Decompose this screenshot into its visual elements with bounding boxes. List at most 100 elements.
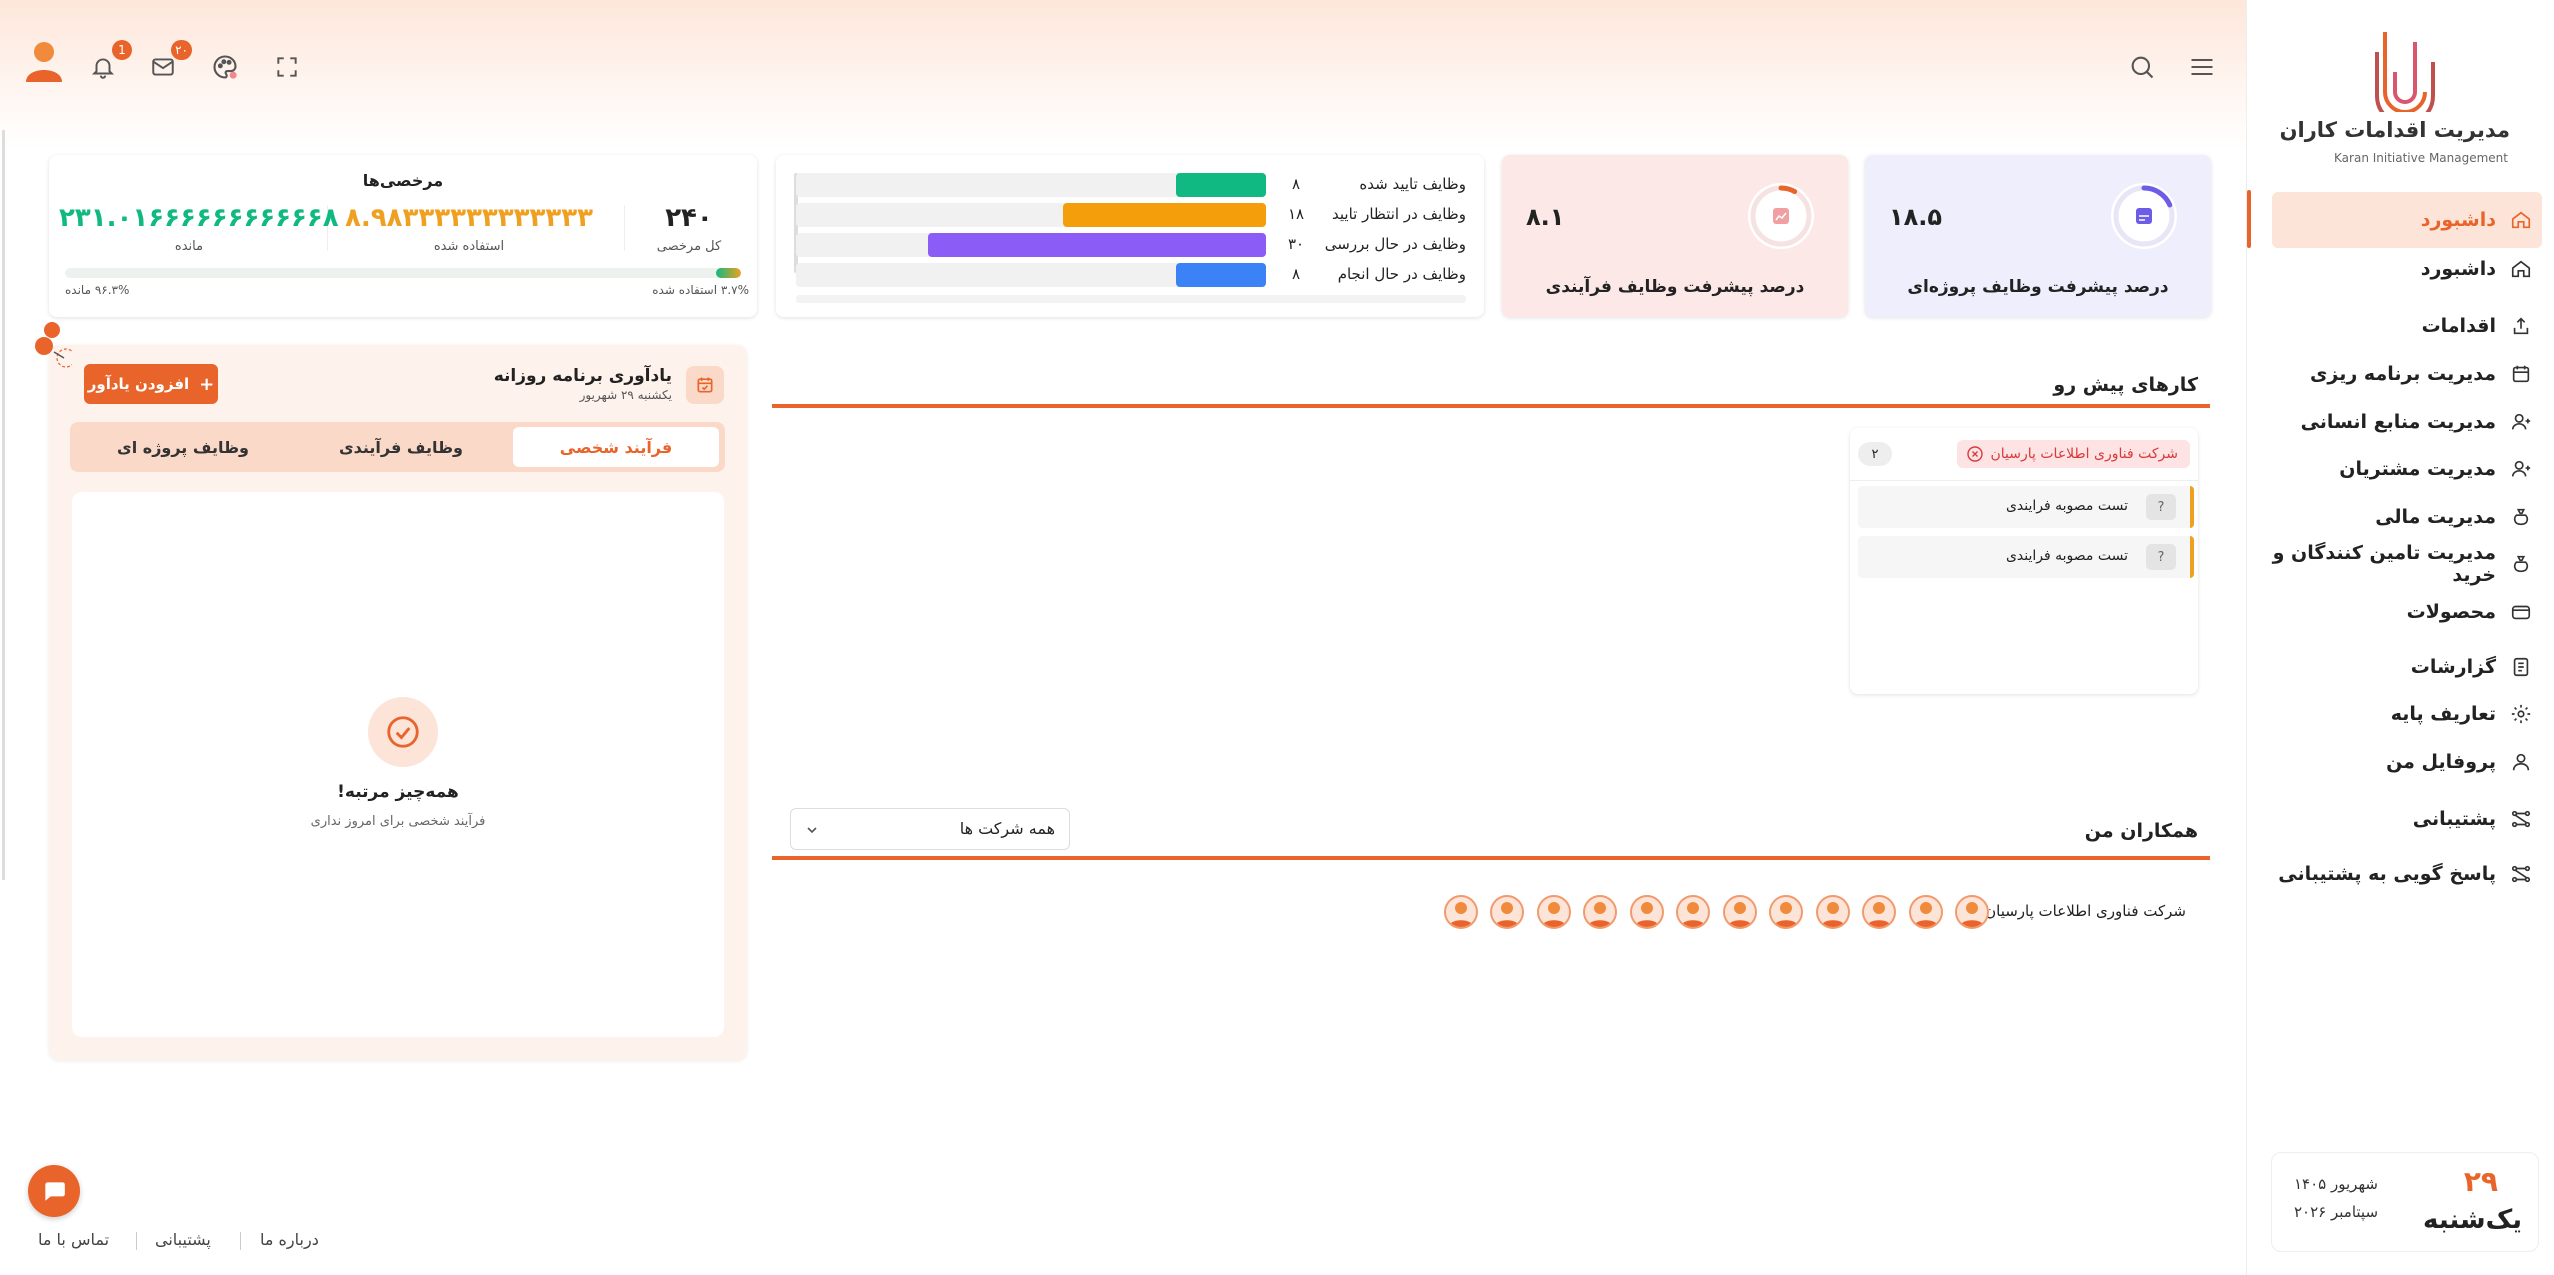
leave-total-label: کل مرخصی — [656, 239, 722, 254]
colleague-avatar[interactable] — [1769, 895, 1803, 929]
chevron-down-icon — [805, 822, 819, 841]
notification-count-badge: 1 — [112, 40, 132, 60]
upcoming-task-item[interactable]: ? تست مصوبه فرایندی — [1858, 536, 2194, 578]
page-scrollbar[interactable] — [2, 130, 8, 880]
support-icon — [2510, 863, 2532, 885]
company-chip[interactable]: شرکت فناوری اطلاعات پارسیان — [1956, 440, 2190, 468]
sidebar-item-8[interactable]: محصولات — [2272, 591, 2542, 633]
process-progress-value: ۸.۱ — [1526, 203, 1565, 231]
sidebar-item-1[interactable]: داشبورد — [2272, 248, 2542, 290]
footer-link-contact[interactable]: تماس با ما — [38, 1230, 109, 1249]
task-status-bar — [1062, 203, 1266, 227]
date-day-number: ۲۹ — [2463, 1165, 2498, 1198]
sidebar-item-12[interactable]: پشتیبانی — [2272, 798, 2542, 840]
sidebar-item-4[interactable]: مدیریت منابع انسانی — [2272, 401, 2542, 443]
colleague-avatar[interactable] — [1955, 895, 1989, 929]
task-status-track — [796, 173, 1266, 197]
company-filter-value: همه شرکت ها — [959, 819, 1055, 838]
leave-title: مرخصی‌ها — [362, 171, 444, 190]
menu-icon[interactable] — [2185, 50, 2219, 84]
upcoming-tasks-card: شرکت فناوری اطلاعات پارسیان ۲ ? تست مصوب… — [1850, 428, 2198, 694]
footer-link-support[interactable]: پشتیبانی — [155, 1230, 211, 1249]
user-icon — [2510, 458, 2532, 480]
process-progress-card: ۸.۱ درصد پیشرفت وظایف فرآیندی — [1502, 155, 1848, 317]
tab-project-tasks[interactable]: وظایف پروژه ای — [80, 427, 286, 467]
date-gregorian: سپتامبر ۲۰۲۶ — [2294, 1203, 2379, 1221]
sidebar-item-label: محصولات — [2406, 601, 2496, 623]
task-status-track — [796, 203, 1266, 227]
leave-remaining-value: ۲۳۱.۰۱۶۶۶۶۶۶۶۶۶۶۶۸ — [59, 203, 339, 233]
colleagues-company-label: شرکت فناوری اطلاعات پارسیان — [1985, 902, 2186, 920]
sidebar-item-11[interactable]: پروفایل من — [2272, 741, 2542, 783]
sidebar-item-13[interactable]: پاسخ گویی به پشتیبانی — [2272, 853, 2542, 895]
project-progress-ring — [2111, 183, 2177, 249]
project-progress-value: ۱۸.۵ — [1889, 203, 1943, 231]
colleague-avatar[interactable] — [1536, 895, 1571, 929]
add-reminder-button[interactable]: + افزودن یادآور — [84, 364, 218, 404]
sidebar-item-9[interactable]: گزارشات — [2272, 646, 2542, 688]
sidebar-item-label: مدیریت تامین کنندگان و خرید — [2272, 542, 2496, 586]
colleague-avatar[interactable] — [1862, 895, 1896, 929]
colleagues-title: همکاران من — [2084, 820, 2198, 842]
palette-icon[interactable] — [208, 50, 242, 84]
task-status-count: ۸ — [1291, 175, 1301, 193]
search-icon[interactable] — [2125, 50, 2159, 84]
colleague-avatar[interactable] — [1490, 895, 1524, 929]
user-avatar-icon[interactable] — [24, 40, 64, 84]
sidebar-item-label: داشبورد — [2420, 258, 2496, 280]
add-reminder-label: افزودن یادآور — [87, 375, 190, 393]
task-status-count: ۳۰ — [1287, 235, 1305, 253]
upload-icon — [2510, 315, 2532, 337]
task-status-bar — [1175, 263, 1266, 287]
remove-company-icon[interactable] — [1966, 446, 1983, 466]
process-progress-ring — [1748, 183, 1814, 249]
calendar-check-icon — [686, 366, 724, 404]
upcoming-task-item[interactable]: ? تست مصوبه فرایندی — [1858, 486, 2194, 528]
sidebar-item-6[interactable]: مدیریت مالی — [2272, 496, 2542, 538]
project-progress-label: درصد پیشرفت وظایف پروژه‌ای — [1907, 277, 2169, 297]
upcoming-task-label: تست مصوبه فرایندی — [2005, 498, 2128, 514]
process-progress-label: درصد پیشرفت وظایف فرآیندی — [1545, 277, 1805, 297]
colleague-avatar[interactable] — [1908, 895, 1943, 929]
support-icon — [2510, 808, 2532, 830]
tab-personal-process[interactable]: فرآیند شخصی — [513, 427, 719, 467]
fullscreen-icon[interactable] — [270, 50, 304, 84]
sidebar-item-2[interactable]: اقدامات — [2272, 305, 2542, 347]
colleague-avatar[interactable] — [1676, 895, 1710, 929]
chat-button[interactable] — [28, 1165, 80, 1217]
date-persian: شهریور ۱۴۰۵ — [2294, 1175, 2378, 1193]
sidebar-item-0[interactable]: داشبورد — [2272, 192, 2542, 248]
brand-subtitle: Karan Initiative Management — [2334, 151, 2508, 165]
sidebar-item-5[interactable]: مدیریت مشتریان — [2272, 448, 2542, 490]
colleague-avatar[interactable] — [1722, 895, 1757, 929]
upcoming-tasks-divider — [772, 404, 2210, 408]
date-widget: ۲۹ یک‌شنبه شهریور ۱۴۰۵ سپتامبر ۲۰۲۶ — [2271, 1152, 2539, 1252]
sidebar-item-3[interactable]: مدیریت برنامه ریزی — [2272, 353, 2542, 395]
leave-used-value: ۸.۹۸۳۳۳۳۳۳۳۳۳۳۳۳ — [345, 203, 593, 233]
task-status-count: ۸ — [1291, 265, 1301, 283]
footer-link-about[interactable]: درباره ما — [260, 1230, 319, 1249]
plus-icon: + — [199, 373, 215, 395]
empty-state-text: فرآیند شخصی برای امروز نداری — [310, 814, 486, 829]
sidebar-item-label: پشتیبانی — [2412, 808, 2496, 830]
task-status-track — [796, 233, 1266, 257]
sidebar-item-10[interactable]: تعاریف پایه — [2272, 693, 2542, 735]
colleague-avatar[interactable] — [1629, 895, 1664, 929]
project-progress-card: ۱۸.۵ درصد پیشرفت وظایف پروژه‌ای — [1865, 155, 2211, 317]
money-bag-icon — [2510, 506, 2532, 528]
sidebar-item-label: اقدامات — [2421, 315, 2496, 337]
sidebar-item-7[interactable]: مدیریت تامین کنندگان و خرید — [2272, 542, 2542, 586]
bell-icon[interactable]: 1 — [86, 40, 132, 84]
sidebar-item-label: مدیریت منابع انسانی — [2300, 411, 2496, 433]
task-status-row: ۸ وظایف در حال انجام — [796, 263, 1466, 287]
home-icon — [2510, 209, 2532, 231]
tab-process-tasks[interactable]: وظایف فرآیندی — [298, 427, 504, 467]
colleague-avatar[interactable] — [1443, 895, 1478, 929]
mail-icon[interactable]: ۲۰ — [146, 40, 192, 84]
colleague-avatar[interactable] — [1583, 895, 1617, 929]
leave-used-label: استفاده شده — [433, 239, 505, 254]
task-status-label: وظایف تایید شده — [1359, 175, 1466, 193]
colleague-avatar[interactable] — [1815, 895, 1850, 929]
upcoming-task-label: تست مصوبه فرایندی — [2005, 548, 2128, 564]
company-filter-select[interactable]: همه شرکت ها — [790, 808, 1070, 850]
